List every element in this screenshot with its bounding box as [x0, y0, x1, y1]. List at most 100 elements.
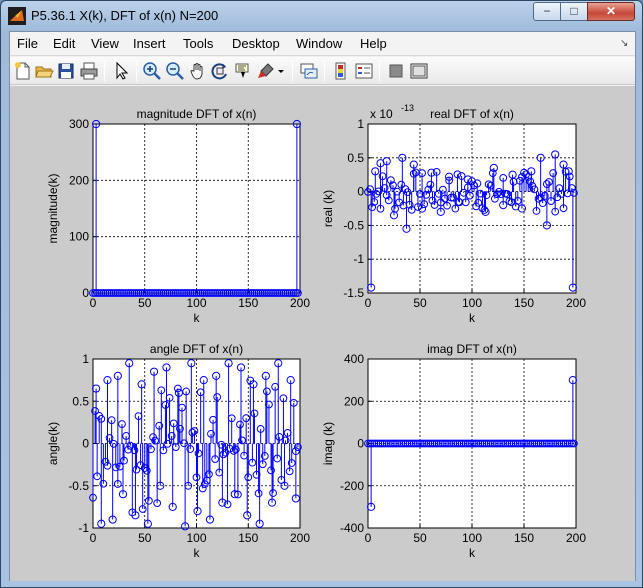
zoom-in-icon[interactable] — [142, 61, 162, 81]
menu-help[interactable]: Help — [360, 36, 387, 51]
y-tick-label: 0.5 — [72, 394, 89, 408]
zoom-out-icon[interactable] — [165, 61, 185, 81]
y-axis-label: imag (k) — [321, 422, 335, 465]
x-tick-label: 100 — [462, 296, 482, 310]
y-tick-label: -0.5 — [68, 479, 89, 493]
print-icon[interactable] — [79, 61, 99, 81]
menu-view[interactable]: View — [91, 36, 119, 51]
subplot-4[interactable]: 0 50 100 150 200 -400 -200 0 200 400 imag DFT of x… — [321, 342, 586, 560]
y-tick-label: 200 — [69, 173, 89, 187]
brush-dropdown-icon[interactable] — [275, 61, 287, 81]
y-tick-label: -400 — [340, 521, 364, 535]
brush-icon[interactable] — [256, 61, 276, 81]
x-tick-label: 200 — [290, 531, 310, 545]
y-axis-label: magnitude(k) — [46, 173, 60, 243]
y-axis-label: real (k) — [321, 190, 335, 227]
colorbar-icon[interactable] — [331, 61, 351, 81]
menu-desktop[interactable]: Desktop — [232, 36, 280, 51]
exponent-multiplier: x 10 — [370, 107, 393, 121]
x-axis-label: k — [194, 311, 201, 325]
y-axis-label: angle(k) — [46, 422, 60, 465]
subplot-2[interactable]: 0 50 100 150 200 -1.5 -1 -0.5 0 0.5 1 real DFT of x… — [321, 103, 586, 325]
x-tick-label: 100 — [186, 531, 206, 545]
link-plot-icon[interactable] — [299, 61, 319, 81]
y-tick-label: -1 — [78, 521, 89, 535]
x-tick-label: 200 — [290, 296, 310, 310]
x-tick-label: 50 — [413, 531, 427, 545]
x-tick-label: 50 — [413, 296, 427, 310]
toolbar-separator — [379, 61, 380, 81]
y-tick-label: 300 — [69, 117, 89, 131]
figure-canvas[interactable]: 0 50 100 150 200 0 100 200 300 magnitude DFT of x… — [10, 86, 635, 581]
subplot-title: imag DFT of x(n) — [427, 342, 517, 356]
x-tick-label: 0 — [90, 531, 97, 545]
subplot-1[interactable]: 0 50 100 150 200 0 100 200 300 magnitude DFT of x… — [46, 107, 310, 325]
subplot-title: real DFT of x(n) — [430, 107, 514, 121]
window-title: P5.36.1 X(k), DFT of x(n) N=200 — [31, 8, 219, 23]
figure-client-area: File Edit View Insert Tools Desktop Wind… — [9, 31, 636, 581]
x-tick-label: 100 — [186, 296, 206, 310]
open-file-icon[interactable] — [34, 61, 54, 81]
y-tick-label: 0 — [357, 437, 364, 451]
subplot-title: magnitude DFT of x(n) — [137, 107, 257, 121]
x-axis-label: k — [469, 546, 476, 560]
menu-window[interactable]: Window — [296, 36, 342, 51]
menu-file[interactable]: File — [17, 36, 38, 51]
matlab-logo-icon — [8, 7, 26, 25]
y-tick-label: 1 — [357, 117, 364, 131]
toolbar-separator — [136, 61, 137, 81]
figure-toolbar — [10, 57, 635, 85]
y-tick-label: 0 — [357, 185, 364, 199]
menu-insert[interactable]: Insert — [133, 36, 166, 51]
title-bar[interactable]: P5.36.1 X(k), DFT of x(n) N=200 − □ ✕ — [1, 1, 642, 31]
x-tick-label: 50 — [138, 531, 152, 545]
y-tick-label: -0.5 — [343, 218, 364, 232]
y-tick-label: 400 — [344, 352, 364, 366]
toolbar-separator — [324, 61, 325, 81]
save-icon[interactable] — [56, 61, 76, 81]
y-tick-label: 200 — [344, 394, 364, 408]
legend-icon[interactable] — [354, 61, 374, 81]
y-tick-label: -1.5 — [343, 286, 364, 300]
new-figure-icon[interactable] — [13, 61, 33, 81]
x-tick-label: 200 — [566, 531, 586, 545]
show-plot-tools-icon[interactable] — [409, 61, 429, 81]
figure-window: P5.36.1 X(k), DFT of x(n) N=200 − □ ✕ Fi… — [0, 0, 643, 588]
subplot-3[interactable]: 0 50 100 150 200 -1 -0.5 0 0.5 1 angle DFT of x(n)… — [46, 342, 310, 560]
y-tick-label: 0 — [82, 437, 89, 451]
maximize-button[interactable]: □ — [560, 2, 588, 21]
y-tick-label: -1 — [353, 252, 364, 266]
rotate-3d-icon[interactable] — [210, 61, 230, 81]
menu-bar: File Edit View Insert Tools Desktop Wind… — [10, 32, 635, 56]
x-tick-label: 150 — [238, 531, 258, 545]
y-tick-label: 0.5 — [347, 151, 364, 165]
x-tick-label: 150 — [514, 531, 534, 545]
toolbar-separator — [104, 61, 105, 81]
x-tick-label: 0 — [90, 296, 97, 310]
x-axis-label: k — [469, 311, 476, 325]
hide-plot-tools-icon[interactable] — [386, 61, 406, 81]
x-tick-label: 150 — [238, 296, 258, 310]
x-tick-label: 200 — [566, 296, 586, 310]
close-button[interactable]: ✕ — [587, 2, 635, 21]
figure-plots: 0 50 100 150 2000100200300magnitude DFT of x… — [46, 103, 586, 560]
data-cursor-icon[interactable] — [233, 61, 253, 81]
x-tick-label: 50 — [138, 296, 152, 310]
menu-tools[interactable]: Tools — [183, 36, 213, 51]
x-tick-label: 150 — [514, 296, 534, 310]
x-tick-label: 100 — [462, 531, 482, 545]
edit-plot-arrow-icon[interactable] — [111, 61, 131, 81]
y-tick-label: 0 — [82, 286, 89, 300]
y-tick-label: 1 — [82, 352, 89, 366]
y-tick-label: 100 — [69, 230, 89, 244]
subplot-title: angle DFT of x(n) — [150, 342, 243, 356]
x-tick-label: 0 — [365, 296, 372, 310]
minimize-button[interactable]: − — [533, 2, 561, 21]
menu-edit[interactable]: Edit — [53, 36, 75, 51]
exponent-value: -13 — [401, 103, 414, 113]
x-tick-label: 0 — [365, 531, 372, 545]
pan-hand-icon[interactable] — [188, 61, 208, 81]
x-axis-label: k — [194, 546, 201, 560]
toolbar-separator — [292, 61, 293, 81]
menu-dock-arrow-icon[interactable]: ↘ — [620, 38, 628, 49]
